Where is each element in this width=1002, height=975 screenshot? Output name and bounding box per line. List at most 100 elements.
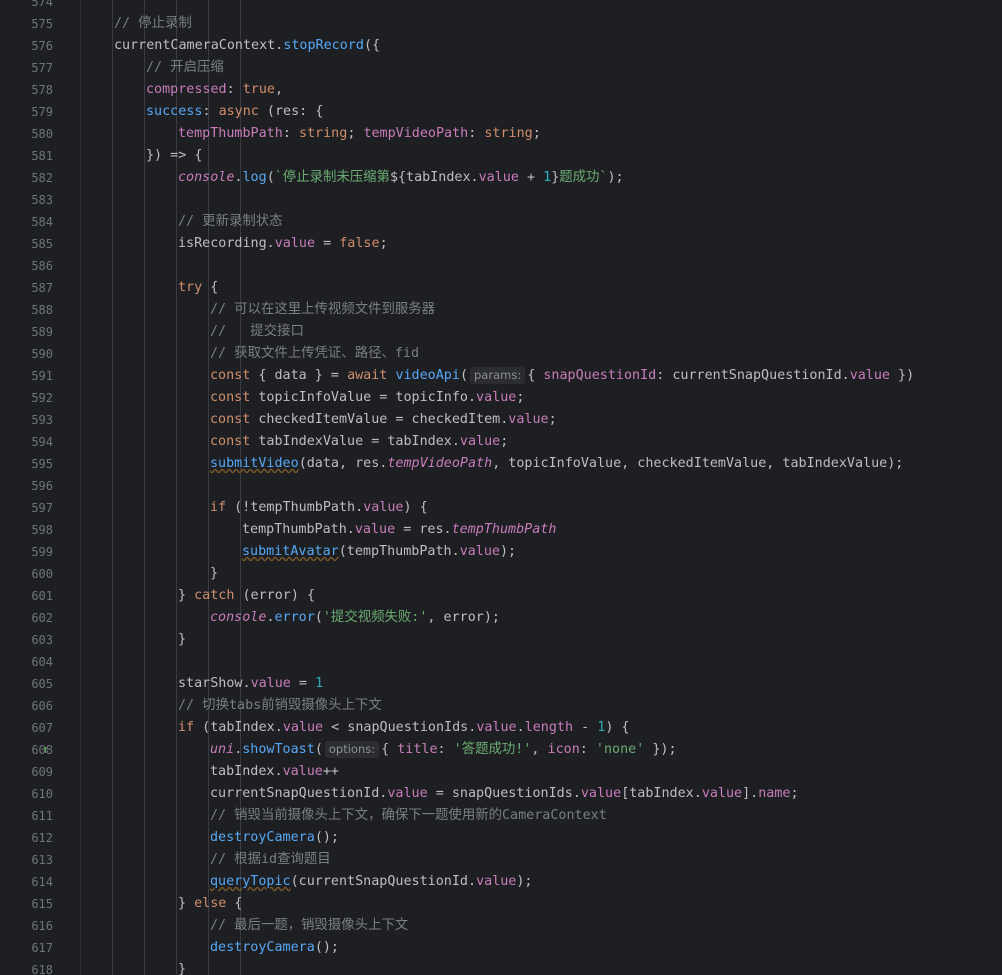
code-token: (); [314,940,339,955]
code-token: ); [500,544,517,559]
code-token: value [580,786,622,801]
code-line[interactable]: tempThumbPath: string; tempVideoPath: st… [178,123,541,145]
code-area[interactable]: // 停止录制 currentCameraContext.stopRecord({… [80,0,1002,975]
code-token: submitVideo [210,456,299,471]
code-token: ; [548,412,557,427]
code-line[interactable]: currentCameraContext.stopRecord({ [114,35,380,57]
code-line[interactable]: } else { [178,893,243,915]
code-line[interactable]: tabIndex.value++ [210,761,339,783]
line-number: 601 [31,589,53,603]
code-line[interactable]: starShow.value = 1 [178,673,323,695]
code-token: tabIndex. [210,764,283,779]
line-number: 600 [31,567,53,581]
code-line[interactable]: } [210,563,218,585]
code-line[interactable]: const topicInfoValue = topicInfo.value; [210,387,524,409]
code-line[interactable]: submitAvatar(tempThumbPath.value); [242,541,516,563]
code-line[interactable]: // 可以在这里上传视频文件到服务器 [210,299,435,321]
implementation-gutter-icon[interactable]: ↑ [42,739,58,761]
code-line[interactable]: isRecording.value = false; [178,233,388,255]
code-token: starShow. [178,676,251,691]
code-line[interactable]: const { data } = await videoApi(params:{… [210,365,914,387]
line-number: 610 [31,787,53,801]
code-token: [tabIndex. [621,786,702,801]
code-line[interactable]: console.log(`停止录制未压缩第${tabIndex.value + … [178,167,624,189]
code-line[interactable]: const tabIndexValue = tabIndex.value; [210,431,508,453]
code-token: destroyCamera [210,940,315,955]
code-token: = [290,676,316,691]
code-token: topicInfoValue = topicInfo. [250,390,477,405]
line-number: 576 [31,39,53,53]
code-line[interactable]: console.error('提交视频失败:', error); [210,607,500,629]
line-number: 596 [31,479,53,493]
line-number: 582 [31,171,53,185]
code-line[interactable]: // 开启压缩 [146,57,224,79]
code-token: ; [516,390,525,405]
code-line[interactable]: // 根据id查询题目 [210,849,331,871]
line-number-gutter[interactable]: 574 575 576 577 578 579 580 581 582 583 584 585 586 5… [0,0,81,975]
code-token: { [527,368,544,383]
code-line[interactable]: success: async (res: { [146,101,323,123]
code-line[interactable]: // 最后一题，销毁摄像头上下文 [210,915,408,937]
code-line[interactable]: const checkedItemValue = checkedItem.val… [210,409,557,431]
code-line[interactable]: queryTopic(currentSnapQuestionId.value); [210,871,533,893]
code-token: destroyCamera [210,830,315,845]
code-token: async [218,104,259,119]
code-line[interactable]: // 更新录制状态 [178,211,283,233]
code-token: , [531,742,548,757]
code-line[interactable]: } catch (error) { [178,585,315,607]
line-number: 593 [31,413,53,427]
code-line[interactable]: // 停止录制 [114,13,192,35]
code-token: (data, res. [298,456,388,471]
code-token: // 提交接口 [210,324,304,339]
code-line[interactable]: destroyCamera(); [210,827,339,849]
line-number: 580 [31,127,53,141]
code-line[interactable]: currentSnapQuestionId.value = snapQuesti… [210,783,799,805]
code-line[interactable]: try { [178,277,218,299]
code-token: currentCameraContext. [114,38,284,53]
code-line[interactable]: tempThumbPath.value = res.tempThumbPath [242,519,556,541]
parameter-hint: options: [324,741,380,758]
code-token: value [849,368,890,383]
code-token: showToast [242,742,315,757]
code-token: tempThumbPath. [242,522,355,537]
code-line[interactable]: // 提交接口 [210,321,304,343]
code-token: : [579,742,596,757]
code-token: }) => { [146,148,203,163]
code-editor[interactable]: 574 575 576 577 578 579 580 581 582 583 584 585 586 5… [0,0,1002,975]
code-line[interactable]: submitVideo(data, res.tempVideoPath, top… [210,453,903,475]
code-token: catch [194,588,235,603]
code-token: - [573,720,598,735]
code-line[interactable]: // 切换tabs前销毁摄像头上下文 [178,695,382,717]
line-number: 602 [31,611,53,625]
indent-guide [144,0,145,975]
code-token: value [459,544,500,559]
code-token: ( [314,610,323,625]
code-token: (currentSnapQuestionId. [290,874,477,889]
code-token: await [347,368,388,383]
code-line[interactable]: uni.showToast(options:{ title: '答题成功!', … [210,739,677,761]
line-number: 581 [31,149,53,163]
code-token: icon [547,742,580,757]
code-line[interactable]: // 销毁当前摄像头上下文，确保下一题使用新的CameraContext [210,805,607,827]
code-line[interactable]: // 获取文件上传凭证、路径、fid [210,343,419,365]
code-token: error [274,610,315,625]
code-token: ) { [403,500,428,515]
code-token: const [210,412,251,427]
code-token: ; [347,126,364,141]
code-token: // 开启压缩 [146,60,224,75]
code-token: success [146,104,203,119]
line-number: 605 [31,677,53,691]
code-line[interactable]: compressed: true, [146,79,283,101]
code-line[interactable]: } [178,959,186,975]
code-line[interactable]: } [178,629,186,651]
code-token: } [178,632,187,647]
code-line[interactable]: destroyCamera(); [210,937,339,959]
code-token: compressed [146,82,227,97]
code-token: ++ [322,764,339,779]
code-token: : [202,104,219,119]
code-line[interactable]: if (tabIndex.value < snapQuestionIds.val… [178,717,630,739]
code-line[interactable]: }) => { [146,145,202,167]
code-token: log [242,170,267,185]
code-token: title [397,742,438,757]
code-line[interactable]: if (!tempThumbPath.value) { [210,497,428,519]
